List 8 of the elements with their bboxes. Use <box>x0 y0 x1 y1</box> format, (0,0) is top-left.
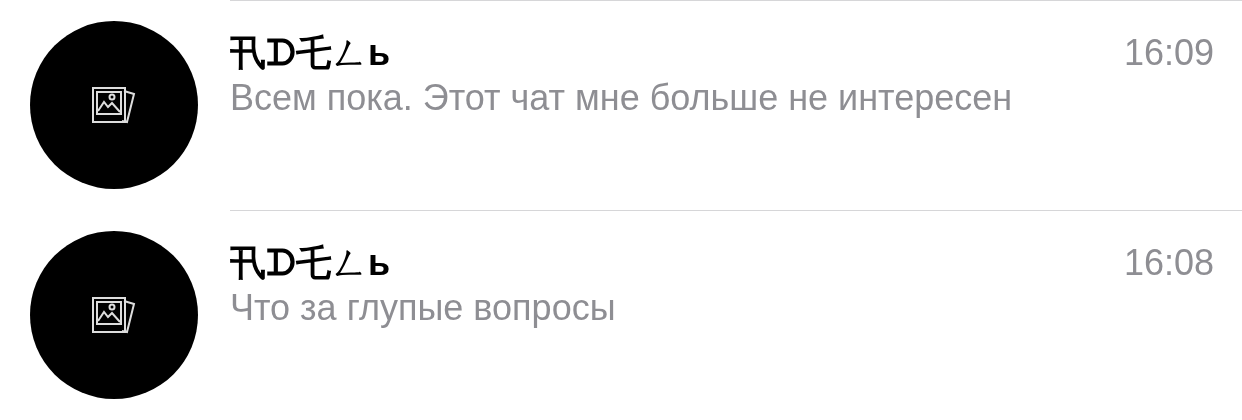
message-time: 16:09 <box>1123 31 1214 75</box>
photo-icon <box>90 295 138 335</box>
contact-name: 卂ᗪ乇ㄥь <box>230 31 391 75</box>
contact-name: 卂ᗪ乇ㄥь <box>230 241 391 285</box>
photo-icon <box>90 85 138 125</box>
message-preview: Всем пока. Этот чат мне больше не интересен <box>230 76 1014 120</box>
message-preview: Что за глупые вопросы <box>230 286 617 330</box>
message-time: 16:08 <box>1123 241 1214 285</box>
